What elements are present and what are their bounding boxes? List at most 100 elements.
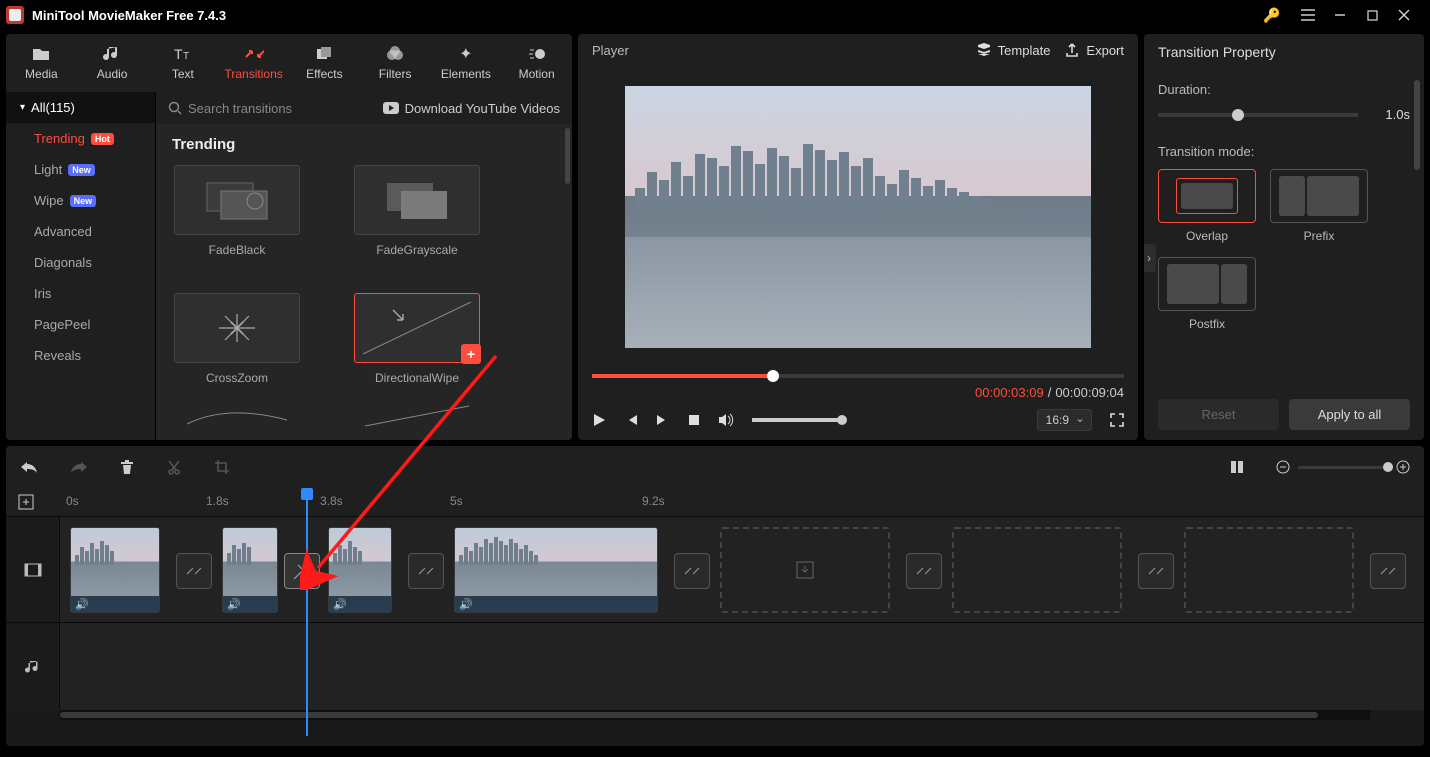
property-panel: › Transition Property Duration: 1.0s Tra… xyxy=(1144,34,1424,440)
tab-label: Transitions xyxy=(225,67,283,81)
timeline-ruler[interactable]: 0s 1.8s 3.8s 5s 9.2s xyxy=(6,488,1424,516)
title-bar: MiniTool MovieMaker Free 7.4.3 🔑 xyxy=(0,0,1430,30)
transition-mode-label: Transition mode: xyxy=(1158,144,1410,159)
mode-label: Postfix xyxy=(1189,317,1225,331)
transition-slot[interactable] xyxy=(1138,553,1174,589)
category-wipe[interactable]: Wipe New xyxy=(6,185,155,216)
split-button[interactable] xyxy=(166,459,182,475)
activate-key-icon[interactable]: 🔑 xyxy=(1256,1,1288,29)
hamburger-menu-icon[interactable] xyxy=(1292,1,1324,29)
tab-effects[interactable]: Effects xyxy=(289,34,360,92)
audio-track-content[interactable] xyxy=(60,623,1424,710)
category-advanced[interactable]: Advanced xyxy=(6,216,155,247)
reset-label: Reset xyxy=(1202,407,1236,422)
timeline-clip[interactable]: 🔊 xyxy=(222,527,278,613)
transition-thumb-fadegrayscale[interactable] xyxy=(354,165,480,235)
category-label: Trending xyxy=(34,131,85,146)
tab-elements[interactable]: ✦ Elements xyxy=(431,34,502,92)
video-track-head[interactable] xyxy=(6,517,60,622)
zoom-slider[interactable] xyxy=(1298,466,1388,469)
add-track-button[interactable] xyxy=(18,494,34,510)
mode-prefix[interactable] xyxy=(1270,169,1368,223)
next-frame-button[interactable] xyxy=(656,413,670,427)
category-iris[interactable]: Iris xyxy=(6,278,155,309)
window-close-button[interactable] xyxy=(1388,1,1420,29)
transition-thumb-crosszoom[interactable] xyxy=(174,293,300,363)
playhead[interactable] xyxy=(306,488,308,736)
transition-slot[interactable] xyxy=(176,553,212,589)
stop-button[interactable] xyxy=(688,414,700,426)
aspect-ratio-select[interactable]: 16:9 xyxy=(1037,409,1092,431)
download-youtube-link[interactable]: Download YouTube Videos xyxy=(383,101,560,116)
category-label: Iris xyxy=(34,286,51,301)
transition-thumb-partial-2[interactable] xyxy=(354,401,480,431)
search-input[interactable]: Search transitions xyxy=(168,101,375,116)
duration-slider[interactable] xyxy=(1158,113,1358,117)
new-badge: New xyxy=(70,195,97,207)
tab-label: Text xyxy=(172,67,194,81)
transition-thumb-directionalwipe[interactable]: + xyxy=(354,293,480,363)
prev-frame-button[interactable] xyxy=(624,413,638,427)
category-label: Wipe xyxy=(34,193,64,208)
mode-postfix[interactable] xyxy=(1158,257,1256,311)
fullscreen-button[interactable] xyxy=(1110,413,1124,427)
transition-thumb-fadeblack[interactable] xyxy=(174,165,300,235)
add-transition-button[interactable]: + xyxy=(461,344,481,364)
speaker-icon: 🔊 xyxy=(459,598,473,611)
transition-slot[interactable] xyxy=(1370,553,1406,589)
window-maximize-button[interactable] xyxy=(1356,1,1388,29)
category-all[interactable]: ▾ All(115) xyxy=(6,92,155,123)
undo-button[interactable] xyxy=(20,460,38,474)
redo-button[interactable] xyxy=(70,460,88,474)
transition-slot[interactable] xyxy=(906,553,942,589)
tab-filters[interactable]: Filters xyxy=(360,34,431,92)
volume-icon[interactable] xyxy=(718,413,734,427)
transition-slot[interactable] xyxy=(674,553,710,589)
timeline-clip[interactable]: 🔊 xyxy=(70,527,160,613)
audio-track-head[interactable] xyxy=(6,623,60,710)
category-trending[interactable]: Trending Hot xyxy=(6,123,155,154)
timeline-clip[interactable]: 🔊 xyxy=(454,527,658,613)
progress-bar[interactable] xyxy=(592,374,1124,378)
template-button[interactable]: Template xyxy=(976,42,1051,58)
export-button[interactable]: Export xyxy=(1064,42,1124,58)
empty-clip-slot[interactable] xyxy=(952,527,1122,613)
zoom-out-button[interactable] xyxy=(1276,460,1290,474)
empty-clip-slot[interactable] xyxy=(720,527,890,613)
window-minimize-button[interactable] xyxy=(1324,1,1356,29)
aspect-value: 16:9 xyxy=(1046,413,1069,427)
timeline-scrollbar[interactable] xyxy=(60,710,1370,720)
tab-text[interactable]: TT Text xyxy=(148,34,219,92)
category-light[interactable]: Light New xyxy=(6,154,155,185)
category-pagepeel[interactable]: PagePeel xyxy=(6,309,155,340)
play-button[interactable] xyxy=(592,413,606,427)
tab-motion[interactable]: Motion xyxy=(501,34,572,92)
transition-slot[interactable] xyxy=(408,553,444,589)
empty-clip-slot[interactable] xyxy=(1184,527,1354,613)
crop-button[interactable] xyxy=(214,459,230,475)
mode-overlap[interactable] xyxy=(1158,169,1256,223)
property-scrollbar[interactable] xyxy=(1414,80,1420,170)
transition-slot-applied[interactable] xyxy=(284,553,320,589)
apply-to-all-button[interactable]: Apply to all xyxy=(1289,399,1410,430)
progress-knob[interactable] xyxy=(767,370,779,382)
category-sidebar: ▾ All(115) Trending Hot Light New Wipe N… xyxy=(6,92,156,440)
delete-button[interactable] xyxy=(120,459,134,475)
thumb-label: FadeBlack xyxy=(209,243,266,257)
library-scrollbar[interactable] xyxy=(565,128,570,184)
library-heading: Trending xyxy=(156,124,572,159)
transition-thumb-partial[interactable] xyxy=(174,401,300,431)
search-placeholder: Search transitions xyxy=(188,101,292,116)
tab-audio[interactable]: Audio xyxy=(77,34,148,92)
tab-media[interactable]: Media xyxy=(6,34,77,92)
category-diagonals[interactable]: Diagonals xyxy=(6,247,155,278)
timeline-clip[interactable]: 🔊 xyxy=(328,527,392,613)
tab-transitions[interactable]: Transitions xyxy=(218,34,289,92)
track-layout-icon[interactable] xyxy=(1230,460,1244,474)
category-reveals[interactable]: Reveals xyxy=(6,340,155,371)
preview-screen[interactable] xyxy=(625,86,1091,348)
reset-button[interactable]: Reset xyxy=(1158,399,1279,430)
volume-slider[interactable] xyxy=(752,418,842,422)
zoom-in-button[interactable] xyxy=(1396,460,1410,474)
app-logo xyxy=(6,6,24,24)
